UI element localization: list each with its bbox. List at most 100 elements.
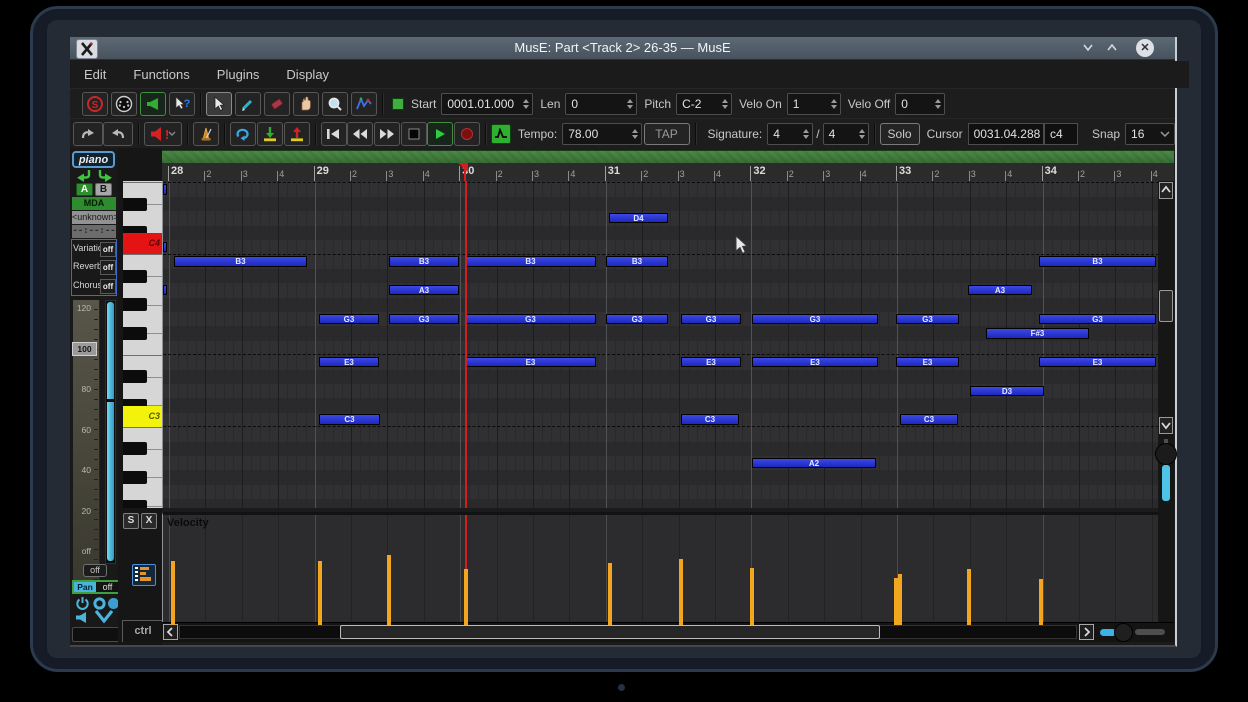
- midi-send-row[interactable]: Variatio off: [72, 240, 116, 258]
- velo-off-spinbox[interactable]: 0: [895, 93, 946, 115]
- midi-note-clipped[interactable]: [163, 184, 167, 195]
- midi-note[interactable]: F#3: [986, 328, 1089, 339]
- step-record-button[interactable]: S: [82, 92, 108, 116]
- vzoom-knob[interactable]: [1155, 443, 1177, 465]
- pointer-tool[interactable]: [206, 92, 232, 116]
- piano-key-black[interactable]: [123, 197, 147, 211]
- midi-note[interactable]: E3: [319, 356, 379, 368]
- midi-note[interactable]: D3: [970, 385, 1044, 397]
- part-bar[interactable]: [162, 150, 1174, 164]
- velocity-bar[interactable]: [464, 569, 468, 625]
- piano-roll-canvas[interactable]: D4 B3 B3 B3 B3 B3 A3 A3 G3 G3 G3 G3 G3 G3 G3 G3 F#3 E3 E3 E…: [162, 181, 1159, 508]
- midi-note[interactable]: G3: [1039, 313, 1156, 325]
- midi-note[interactable]: A3: [968, 284, 1032, 296]
- midi-note[interactable]: E3: [896, 356, 959, 368]
- snap-dropdown[interactable]: 16: [1125, 123, 1176, 145]
- vscroll-thumb[interactable]: [1159, 290, 1173, 322]
- solo-button[interactable]: Solo: [879, 123, 920, 145]
- signature-numerator-spinbox[interactable]: 4: [767, 123, 814, 145]
- piano-key-black[interactable]: [123, 499, 147, 508]
- metronome-button[interactable]: [193, 122, 220, 146]
- velocity-bar[interactable]: [608, 563, 612, 625]
- event-list-icon[interactable]: [132, 564, 156, 586]
- velocity-bar[interactable]: [679, 559, 683, 625]
- midi-note[interactable]: E3: [752, 356, 878, 368]
- hzoom-knob[interactable]: [1114, 623, 1133, 642]
- menu-item-plugins[interactable]: Plugins: [217, 67, 260, 82]
- midi-send-row[interactable]: Chorus: off: [72, 277, 116, 295]
- speaker-small-icon[interactable]: [75, 611, 89, 624]
- pitch-spinbox[interactable]: C-2: [676, 93, 733, 115]
- envelope-v-icon[interactable]: [94, 609, 114, 624]
- prev-part-arrow-icon[interactable]: [75, 169, 93, 183]
- send-value[interactable]: off: [100, 278, 116, 294]
- midi-note[interactable]: C3: [681, 414, 739, 425]
- maximize-icon[interactable]: [1106, 41, 1124, 55]
- piano-key-black[interactable]: [123, 269, 147, 283]
- midi-note[interactable]: G3: [465, 313, 596, 325]
- piano-key-highlight-c3[interactable]: C3: [123, 405, 162, 428]
- velocity-lane[interactable]: Velocity: [162, 512, 1159, 625]
- midi-note[interactable]: E3: [465, 356, 596, 368]
- next-part-arrow-icon[interactable]: [96, 169, 114, 183]
- midi-send-row[interactable]: Reverb: off: [72, 258, 116, 276]
- velocity-bar[interactable]: [898, 574, 902, 625]
- pencil-tool[interactable]: [235, 92, 261, 116]
- piano-key-black[interactable]: [123, 298, 147, 312]
- velocity-bar[interactable]: [1039, 579, 1043, 625]
- rewind-button[interactable]: [347, 122, 374, 146]
- velocity-bar[interactable]: [967, 569, 971, 625]
- scroll-up-icon[interactable]: [1159, 182, 1173, 199]
- midi-note[interactable]: A2: [752, 457, 876, 469]
- midi-note[interactable]: G3: [752, 313, 878, 325]
- scroll-left-icon[interactable]: [163, 624, 178, 640]
- velocity-bar[interactable]: [171, 561, 175, 625]
- midi-note[interactable]: G3: [606, 313, 668, 325]
- midi-note[interactable]: D4: [609, 212, 668, 224]
- piano-key-black[interactable]: [123, 442, 147, 456]
- velocity-bar[interactable]: [750, 568, 754, 625]
- device-name[interactable]: <unknown>: [72, 211, 116, 224]
- midi-note[interactable]: G3: [896, 313, 959, 325]
- zoom-tool[interactable]: [322, 92, 348, 116]
- velocity-slider-bar[interactable]: [107, 302, 114, 561]
- pan-hand-tool[interactable]: [293, 92, 319, 116]
- close-icon[interactable]: ✕: [1136, 39, 1154, 57]
- tempo-spinbox[interactable]: 78.00: [562, 123, 643, 145]
- velocity-close-button[interactable]: X: [141, 513, 157, 529]
- velocity-bar[interactable]: [387, 555, 391, 625]
- midi-note[interactable]: E3: [681, 356, 741, 368]
- minimize-icon[interactable]: [1082, 41, 1100, 55]
- piano-tab[interactable]: piano: [72, 151, 115, 168]
- midi-note[interactable]: G3: [319, 313, 379, 325]
- send-value[interactable]: off: [100, 260, 116, 276]
- velocity-solo-button[interactable]: S: [123, 513, 139, 529]
- scroll-down-icon[interactable]: [1159, 417, 1173, 434]
- punch-out-button[interactable]: [283, 122, 310, 146]
- len-spinbox[interactable]: 0: [565, 93, 638, 115]
- midi-note[interactable]: G3: [681, 313, 741, 325]
- titlebar[interactable]: MusE: Part <Track 2> 26-35 — MusE ✕: [70, 37, 1175, 60]
- menu-item-display[interactable]: Display: [286, 67, 329, 82]
- rewind-start-button[interactable]: [320, 122, 347, 146]
- midi-note-clipped[interactable]: [163, 241, 167, 253]
- meter-off-button[interactable]: off: [83, 564, 107, 577]
- speaker-button[interactable]: [140, 92, 166, 116]
- midi-note[interactable]: B3: [465, 256, 596, 267]
- panic-button[interactable]: !: [144, 122, 183, 146]
- midi-note[interactable]: A3: [389, 284, 459, 296]
- record-button[interactable]: [453, 122, 480, 146]
- scroll-right-icon[interactable]: [1079, 624, 1094, 640]
- patch-name[interactable]: MDA Piano: [72, 197, 116, 210]
- loop-button[interactable]: [230, 122, 257, 146]
- menu-item-edit[interactable]: Edit: [84, 67, 106, 82]
- pan-control[interactable]: Pan off: [72, 580, 121, 594]
- piano-key-black[interactable]: [123, 327, 147, 341]
- midi-note[interactable]: C3: [319, 414, 380, 425]
- piano-key-highlight-c4[interactable]: C4: [123, 232, 162, 255]
- signature-denominator-spinbox[interactable]: 4: [822, 123, 869, 145]
- midi-note[interactable]: C3: [900, 414, 958, 425]
- draw-line-tool[interactable]: [351, 92, 377, 116]
- piano-key-black[interactable]: [123, 471, 147, 485]
- undo-button[interactable]: [72, 122, 103, 146]
